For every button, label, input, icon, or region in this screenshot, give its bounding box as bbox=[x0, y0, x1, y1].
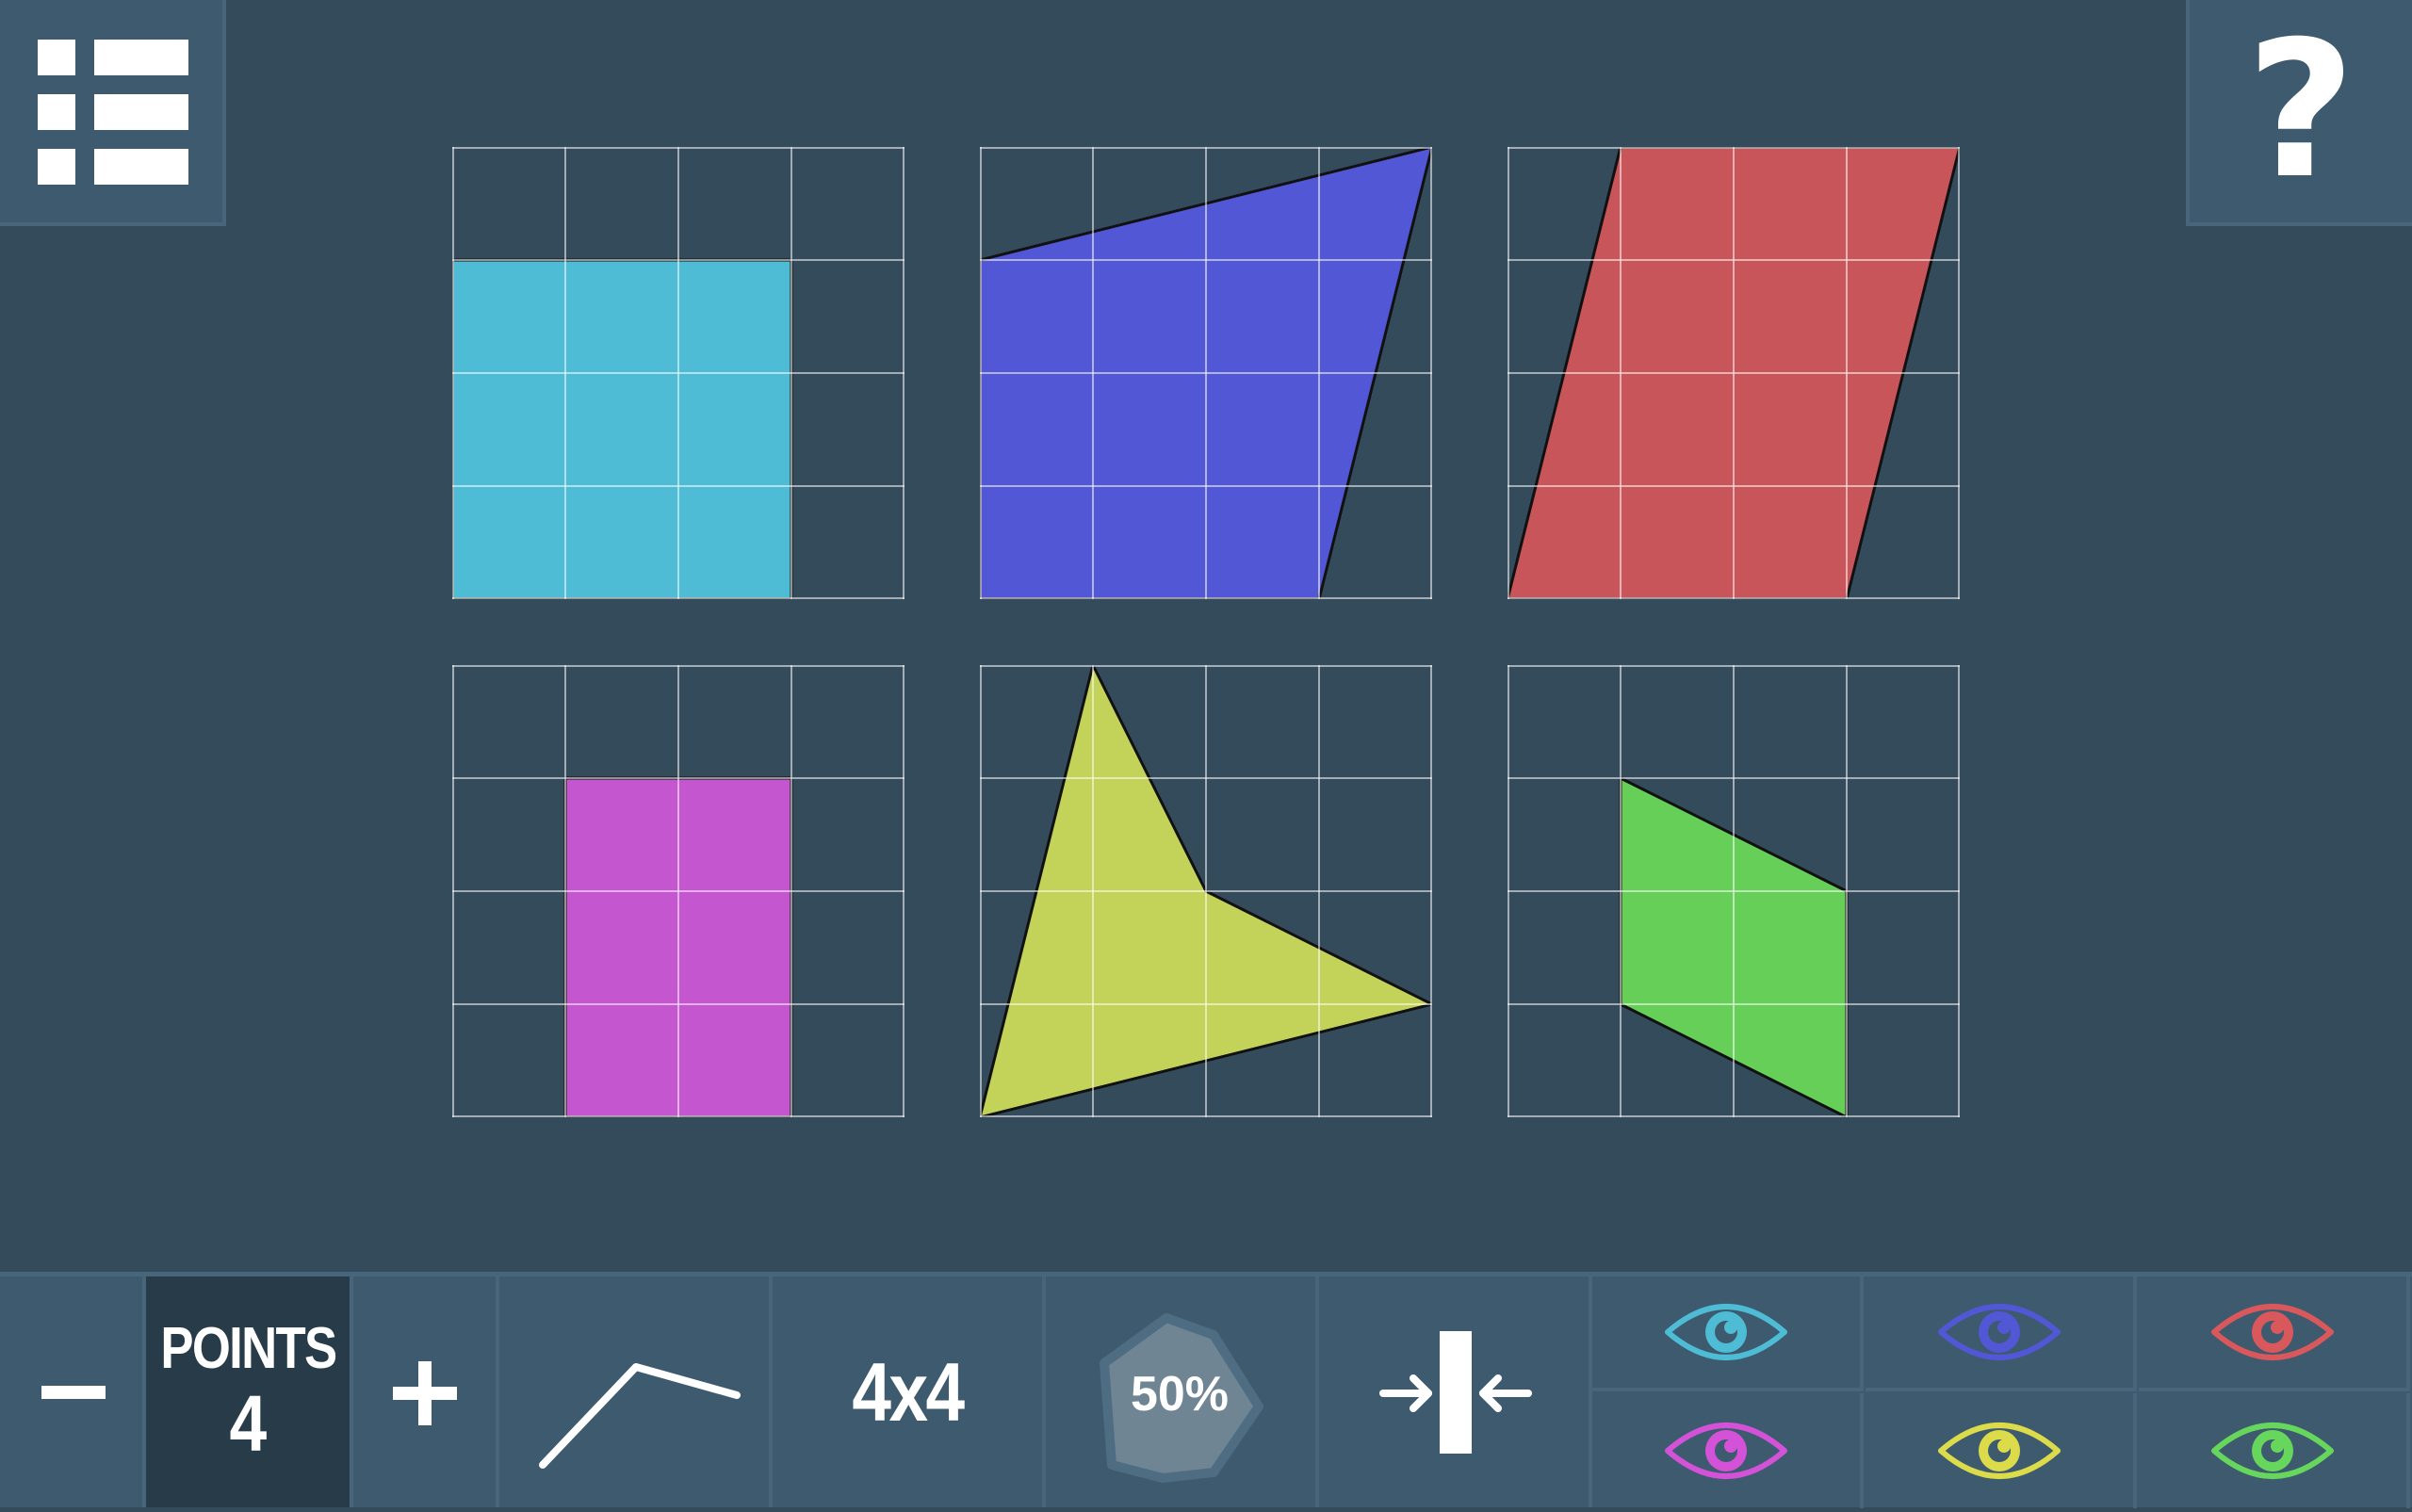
minus-icon bbox=[41, 1386, 106, 1399]
eye-icon bbox=[2211, 1304, 2334, 1360]
eye-icon bbox=[2211, 1423, 2334, 1479]
shape-panel-green[interactable] bbox=[1508, 665, 1960, 1117]
compress-button[interactable] bbox=[1319, 1276, 1592, 1507]
plus-icon bbox=[393, 1361, 457, 1425]
compress-icon bbox=[1379, 1331, 1532, 1454]
menu-button[interactable] bbox=[0, 0, 226, 226]
points-display: POINTS 4 bbox=[146, 1276, 353, 1507]
visibility-toggle-blue[interactable] bbox=[1866, 1276, 2137, 1391]
points-label: POINTS bbox=[160, 1315, 337, 1381]
shape-panel-yellow[interactable] bbox=[980, 665, 1432, 1117]
shape-cyan[interactable] bbox=[452, 258, 793, 599]
visibility-toggle-green[interactable] bbox=[2139, 1393, 2410, 1508]
opacity-button[interactable]: 50% bbox=[1046, 1276, 1319, 1507]
shape-panel-red[interactable] bbox=[1508, 147, 1960, 599]
help-icon: ? bbox=[2245, 1, 2355, 220]
grid-size-label: 4x4 bbox=[852, 1344, 965, 1439]
visibility-toggle-yellow[interactable] bbox=[1866, 1393, 2137, 1508]
shape-panel-magenta[interactable] bbox=[452, 665, 904, 1117]
eye-icon bbox=[1938, 1304, 2061, 1360]
decrease-points-button[interactable] bbox=[0, 1276, 146, 1507]
shape-panel-blue[interactable] bbox=[980, 147, 1432, 599]
increase-points-button[interactable] bbox=[353, 1276, 499, 1507]
bottom-toolbar: POINTS 4 4x4 50% bbox=[0, 1272, 2412, 1508]
help-button[interactable]: ? bbox=[2186, 0, 2412, 226]
heptagon-icon: 50% bbox=[1100, 1313, 1263, 1483]
list-menu-icon bbox=[38, 40, 188, 185]
points-value: 4 bbox=[229, 1378, 267, 1468]
eye-icon bbox=[1665, 1304, 1787, 1360]
visibility-toggle-magenta[interactable] bbox=[1592, 1393, 1864, 1508]
visibility-toggle-red[interactable] bbox=[2139, 1276, 2410, 1391]
opacity-label: 50% bbox=[1131, 1367, 1229, 1422]
polyline-icon bbox=[539, 1363, 741, 1469]
eye-icon bbox=[1665, 1423, 1787, 1479]
grid-size-button[interactable]: 4x4 bbox=[773, 1276, 1046, 1507]
polyline-tool-button[interactable] bbox=[499, 1276, 773, 1507]
shape-panel-cyan[interactable] bbox=[452, 147, 904, 599]
visibility-toggle-cyan[interactable] bbox=[1592, 1276, 1864, 1391]
eye-icon bbox=[1938, 1423, 2061, 1479]
